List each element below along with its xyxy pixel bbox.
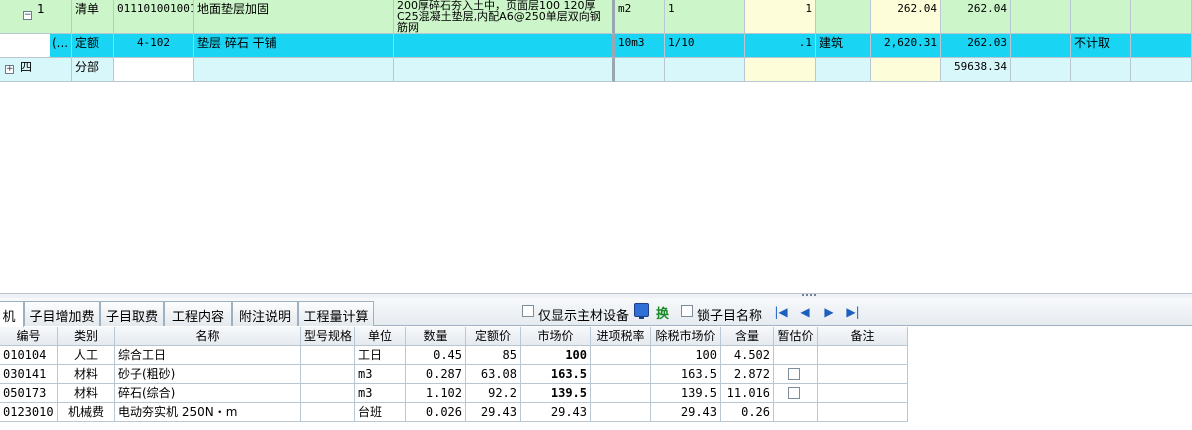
col-note[interactable]: 备注 xyxy=(818,327,908,346)
row-unit: m2 xyxy=(615,0,665,34)
swap-button[interactable]: 换 xyxy=(656,303,669,322)
col-net-price[interactable]: 除税市场价 xyxy=(651,327,721,346)
table-header: 编号 类别 名称 型号规格 单位 数量 定额价 市场价 进项税率 除税市场价 含… xyxy=(0,327,908,346)
row-name xyxy=(194,58,394,82)
row-total: 59638.34 xyxy=(941,58,1011,82)
tab-work-content[interactable]: 工程内容 xyxy=(164,301,232,326)
row-unit-price: 2,620.31 xyxy=(871,34,941,58)
row-code: 4-102 xyxy=(114,34,194,58)
col-category[interactable]: 类别 xyxy=(58,327,115,346)
table-row-section[interactable]: 四 + 分部 59638.34 xyxy=(0,58,1192,82)
col-tax-rate[interactable]: 进项税率 xyxy=(591,327,651,346)
row-expression xyxy=(665,58,745,82)
row-feature xyxy=(394,34,615,58)
prev-record-icon[interactable]: ◀ xyxy=(798,305,812,319)
lock-name-label: 锁子目名称 xyxy=(697,309,763,324)
row-discipline xyxy=(816,58,871,82)
row-discipline xyxy=(816,0,871,34)
collapse-icon[interactable]: − xyxy=(23,11,32,20)
row-unit: 10m3 xyxy=(615,34,665,58)
lock-name-checkbox[interactable] xyxy=(681,305,693,317)
row-unit-price xyxy=(871,58,941,82)
splitter-grip-icon[interactable] xyxy=(802,294,816,296)
row-feature xyxy=(394,58,615,82)
expand-icon[interactable]: + xyxy=(5,65,14,74)
col-name[interactable]: 名称 xyxy=(115,327,301,346)
row-name: 垫层 碎石 干铺 xyxy=(194,34,394,58)
row-type: 定额 xyxy=(72,34,114,58)
main-material-only-checkbox[interactable] xyxy=(522,305,534,317)
tab-machine[interactable]: 机 xyxy=(0,301,24,327)
table-row[interactable]: 0123010 机械费 电动夯实机 250N・m 台班 0.026 29.43 … xyxy=(0,403,908,422)
col-quota-price[interactable]: 定额价 xyxy=(466,327,521,346)
col-unit[interactable]: 单位 xyxy=(355,327,406,346)
estimated-price-checkbox[interactable] xyxy=(788,368,800,380)
budget-grid: 1 − 清单 011101001001 地面垫层加固 200厚碎石夯入土中，页面… xyxy=(0,0,1192,295)
last-record-icon[interactable]: ▶| xyxy=(846,305,860,319)
row-type: 分部 xyxy=(72,58,114,82)
row-pricing xyxy=(1071,58,1131,82)
col-code[interactable]: 编号 xyxy=(0,327,58,346)
col-quantity[interactable]: 数量 xyxy=(406,327,466,346)
table-row[interactable]: 030141 材料 砂子(粗砂) m3 0.287 63.08 163.5 16… xyxy=(0,365,908,384)
col-market-price[interactable]: 市场价 xyxy=(521,327,591,346)
table-row-bill[interactable]: 1 − 清单 011101001001 地面垫层加固 200厚碎石夯入土中，页面… xyxy=(0,0,1192,34)
row-discipline: 建筑 xyxy=(816,34,871,58)
row-quantity: 1 xyxy=(745,0,816,34)
table-row-quota[interactable]: (... 定额 4-102 垫层 碎石 干铺 10m3 1/10 .1 建筑 2… xyxy=(0,34,1192,58)
tab-quantity-calc[interactable]: 工程量计算 xyxy=(298,301,374,326)
row-pricing: 不计取 xyxy=(1071,34,1131,58)
table-row[interactable]: 010104 人工 综合工日 工日 0.45 85 100 100 4.502 xyxy=(0,346,908,365)
first-record-icon[interactable]: |◀ xyxy=(774,305,788,319)
next-record-icon[interactable]: ▶ xyxy=(822,305,836,319)
col-content[interactable]: 含量 xyxy=(721,327,774,346)
row-expression: 1 xyxy=(665,0,745,34)
row-feature: 200厚碎石夯入土中，页面层100 120厚C25混凝土垫层,内配A6@250单… xyxy=(394,0,615,34)
row-total: 262.03 xyxy=(941,34,1011,58)
tab-notes[interactable]: 附注说明 xyxy=(232,301,298,326)
table-row[interactable]: 050173 材料 碎石(综合) m3 1.102 92.2 139.5 139… xyxy=(0,384,908,403)
row-name: 地面垫层加固 xyxy=(194,0,394,34)
row-quantity: .1 xyxy=(745,34,816,58)
row-unit xyxy=(615,58,665,82)
monitor-icon[interactable] xyxy=(634,303,649,319)
row-id: (... xyxy=(50,34,72,58)
row-quantity xyxy=(745,58,816,82)
col-estimated[interactable]: 暂估价 xyxy=(774,327,818,346)
row-expression: 1/10 xyxy=(665,34,745,58)
col-spec[interactable]: 型号规格 xyxy=(301,327,355,346)
row-type: 清单 xyxy=(72,0,114,34)
estimated-price-checkbox[interactable] xyxy=(788,387,800,399)
tab-item-surcharge[interactable]: 子目增加费 xyxy=(24,301,100,326)
tab-item-fee[interactable]: 子目取费 xyxy=(100,301,164,326)
row-id: 1 xyxy=(37,2,45,16)
row-unit-price: 262.04 xyxy=(871,0,941,34)
row-code: 011101001001 xyxy=(114,0,194,34)
row-pricing xyxy=(1071,0,1131,34)
main-material-only-label: 仅显示主材设备 xyxy=(538,309,630,324)
row-code xyxy=(114,58,194,82)
row-total: 262.04 xyxy=(941,0,1011,34)
